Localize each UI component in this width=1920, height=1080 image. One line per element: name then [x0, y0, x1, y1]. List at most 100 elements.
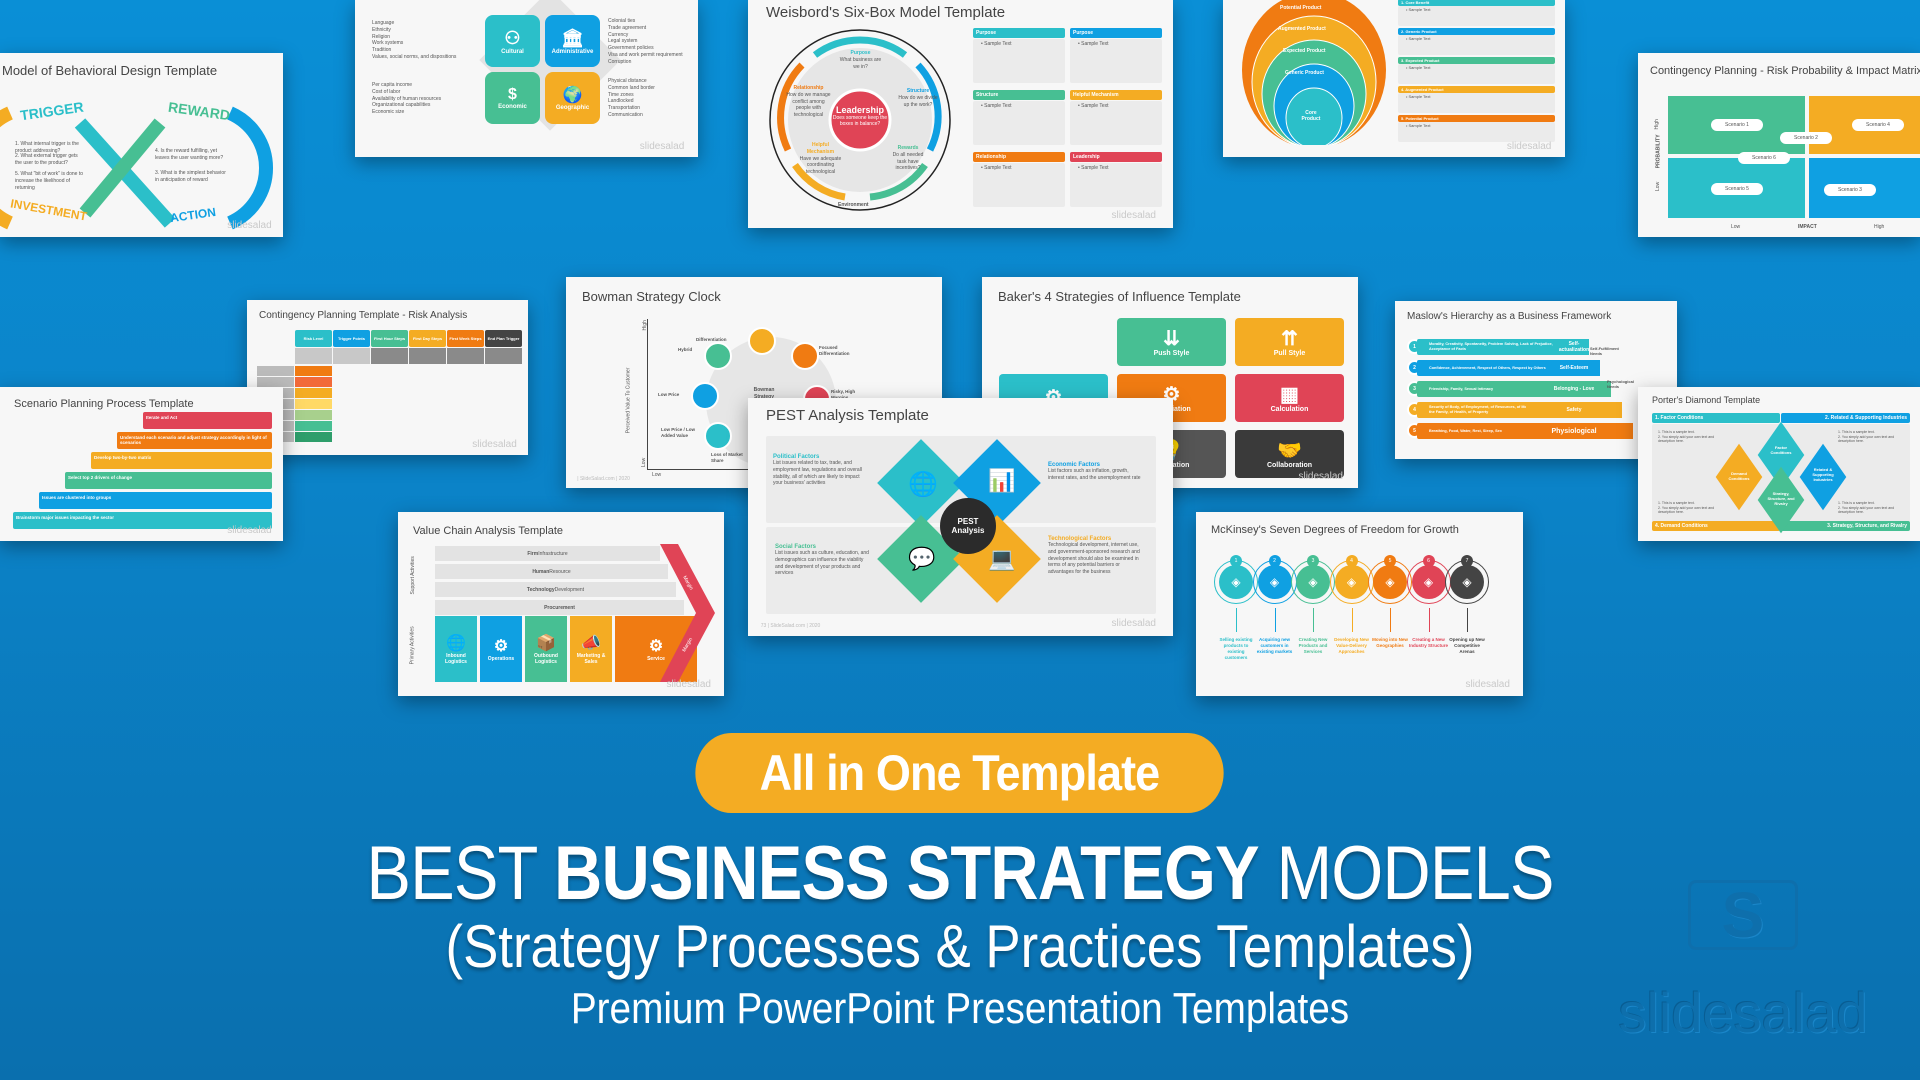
card-header: Leadership — [1070, 152, 1162, 162]
tile-label: Calculation — [1270, 405, 1309, 413]
all-in-one-badge[interactable]: All in One Template — [695, 733, 1224, 813]
watermark: slidesalad — [1465, 679, 1510, 691]
slide-title: Porter's Diamond Template — [1652, 395, 1761, 405]
card-body: • Sample Text — [1398, 35, 1555, 55]
slide-value-chain[interactable]: Value Chain Analysis Template Support Ac… — [398, 512, 724, 696]
slide-title: Contingency Planning Template - Risk Ana… — [259, 310, 468, 321]
slide-porter-diamond[interactable]: Porter's Diamond Template 1. Factor Cond… — [1638, 387, 1920, 541]
strategy-node-label: Loss of Market Share — [711, 452, 743, 464]
scenario-pill: Scenario 3 — [1824, 184, 1876, 196]
card-body: • Sample Text — [973, 163, 1065, 207]
slide-risk-matrix[interactable]: Contingency Planning - Risk Probability … — [1638, 53, 1920, 237]
slide-title: Model of Behavioral Design Template — [2, 63, 218, 78]
table-header: First Day Steps — [409, 330, 446, 347]
scenario-pill: Scenario 4 — [1852, 119, 1904, 131]
label-environment: Environment — [838, 202, 869, 208]
slide-behavioral-design[interactable]: Model of Behavioral Design Template TRIG… — [0, 53, 283, 237]
list-economic: Per capita income Cost of labor Availabi… — [372, 82, 441, 116]
table-subheader-cell — [333, 348, 370, 364]
risk-level-cell — [295, 432, 332, 442]
strategy-node-label: Low Price / Low Added Value — [661, 427, 696, 439]
primary-activity: 📣 Marketing & Sales — [570, 616, 612, 682]
tile-cultural: ⚇ Cultural — [485, 15, 540, 67]
connector-line — [1467, 608, 1468, 632]
step-label: Opening up New Competitive Arenas — [1449, 637, 1485, 654]
slide-product-levels[interactable]: Potential Product Augmented Product Expe… — [1223, 0, 1565, 157]
card-header: 5. Potential Product — [1398, 115, 1555, 122]
laptop-gear-icon: 💻 — [988, 546, 1016, 571]
support-rest: Resource — [549, 568, 571, 575]
support-bold: Human — [532, 568, 550, 575]
list-item: Organizational capabilities — [372, 102, 431, 109]
slide-cage-framework[interactable]: Language Ethnicity Religion Work systems… — [355, 0, 698, 157]
strategy-node-label: Low Price — [658, 392, 680, 397]
pyramid-level: Self-actualization — [1558, 339, 1590, 355]
slide-maslow-hierarchy[interactable]: Maslow's Hierarchy as a Business Framewo… — [1395, 301, 1677, 459]
bar-chart-icon: 📊 — [988, 468, 1016, 493]
pyramid-level: Self-Esteem — [1548, 360, 1600, 376]
question: 2. What external trigger gets the user t… — [15, 153, 78, 166]
watermark: slidesalad — [1111, 210, 1156, 222]
slide-title: PEST Analysis Template — [766, 407, 929, 424]
connector-line — [1390, 608, 1391, 632]
risk-level-cell — [295, 388, 332, 398]
table-subheader-cell — [371, 348, 408, 364]
slide-scenario-planning[interactable]: Scenario Planning Process Template Itera… — [0, 387, 283, 541]
card-header: Relationship — [973, 152, 1065, 162]
slide-title: Weisbord's Six-Box Model Template — [766, 4, 1006, 21]
connector-line — [1274, 608, 1276, 632]
card-text: • Sample Text — [1406, 123, 1431, 128]
risk-level-cell — [295, 421, 332, 431]
slide-footer: 73 | SlideSalad.com | 2020 — [760, 622, 821, 629]
list-item: Work systems — [372, 40, 404, 47]
side-label: Psychological Needs — [1607, 379, 1634, 390]
watermark: slidesalad — [227, 220, 272, 232]
pyramid-level: Physiological — [1515, 423, 1633, 439]
strategy-node-label: Hybrid — [678, 347, 693, 352]
step-label: Creating a New Industry Structure — [1408, 637, 1448, 648]
list-geographic: Physical distance Common land border Time … — [608, 78, 655, 118]
activity-label: Outbound Logistics — [534, 653, 558, 665]
card-text: • Sample Text — [1078, 165, 1109, 171]
tile-economic: $ Economic — [485, 72, 540, 124]
primary-activities-label: Primary Activities — [409, 626, 416, 665]
card-body: • Sample Text — [1398, 122, 1555, 142]
table-header: First Week Steps — [447, 330, 484, 347]
corner-header: 3. Strategy, Structure, and Rivalry — [1781, 521, 1910, 531]
support-activities-label: Support Activities — [409, 556, 416, 595]
table-header: Risk Level — [295, 330, 332, 347]
card-header: 4. Augmented Product — [1398, 86, 1555, 93]
risk-level-cell — [295, 366, 332, 376]
step-icon: ◈ — [1334, 565, 1369, 599]
quadrant-social: Social Factors List issues such as cultu… — [775, 544, 869, 577]
card-header: Helpful Mechanism — [1070, 90, 1162, 100]
x-axis-label: IMPACT — [1798, 224, 1817, 230]
slide-mckinsey-seven-degrees[interactable]: McKinsey's Seven Degrees of Freedom for … — [1196, 512, 1523, 696]
step-label: Selling existing products to existing cu… — [1219, 637, 1253, 660]
watermark: slidesalad — [666, 679, 711, 691]
slide-weisbord-six-box[interactable]: Weisbord's Six-Box Model Template Leader… — [748, 0, 1173, 228]
list-item: Availability of human resources — [372, 95, 442, 102]
tile-push-style: ⇊ Push Style — [1117, 318, 1226, 366]
slide-pest-analysis[interactable]: PEST Analysis Template 🌐 📊 💬 💻 PEST Anal… — [748, 398, 1173, 636]
card-body: • Sample Text — [1070, 101, 1162, 145]
globe-icon: 🌍 — [562, 87, 583, 104]
slidesalad-logo-icon: S — [1688, 879, 1798, 951]
slide-title: Contingency Planning - Risk Probability … — [1650, 65, 1920, 77]
risk-name-cell — [257, 366, 294, 376]
question: 3. What is the simplest behavior in anti… — [155, 170, 226, 183]
support-activity: Procurement — [435, 600, 684, 615]
slide-title: Value Chain Analysis Template — [413, 525, 564, 537]
slide-footer: | SlideSalad.com | 2020 — [577, 475, 630, 482]
margin-chevron — [660, 544, 715, 682]
question: 4. Is the reward fulfilling, yet leaves … — [155, 148, 224, 161]
card-body: • Sample Text — [973, 39, 1065, 83]
step-icon: ◈ — [1296, 565, 1330, 599]
watermark: slidesalad — [1506, 141, 1552, 153]
scenario-pill: Scenario 1 — [1711, 119, 1763, 131]
table-header: End Plan Trigger — [485, 330, 522, 347]
pyramid-level: Safety — [1526, 402, 1622, 418]
quadrant-technological: Technological Factors Technological deve… — [1048, 536, 1140, 575]
slide-risk-analysis-table[interactable]: Contingency Planning Template - Risk Ana… — [247, 300, 528, 455]
brand-name: slidesalad — [1618, 981, 1868, 1044]
